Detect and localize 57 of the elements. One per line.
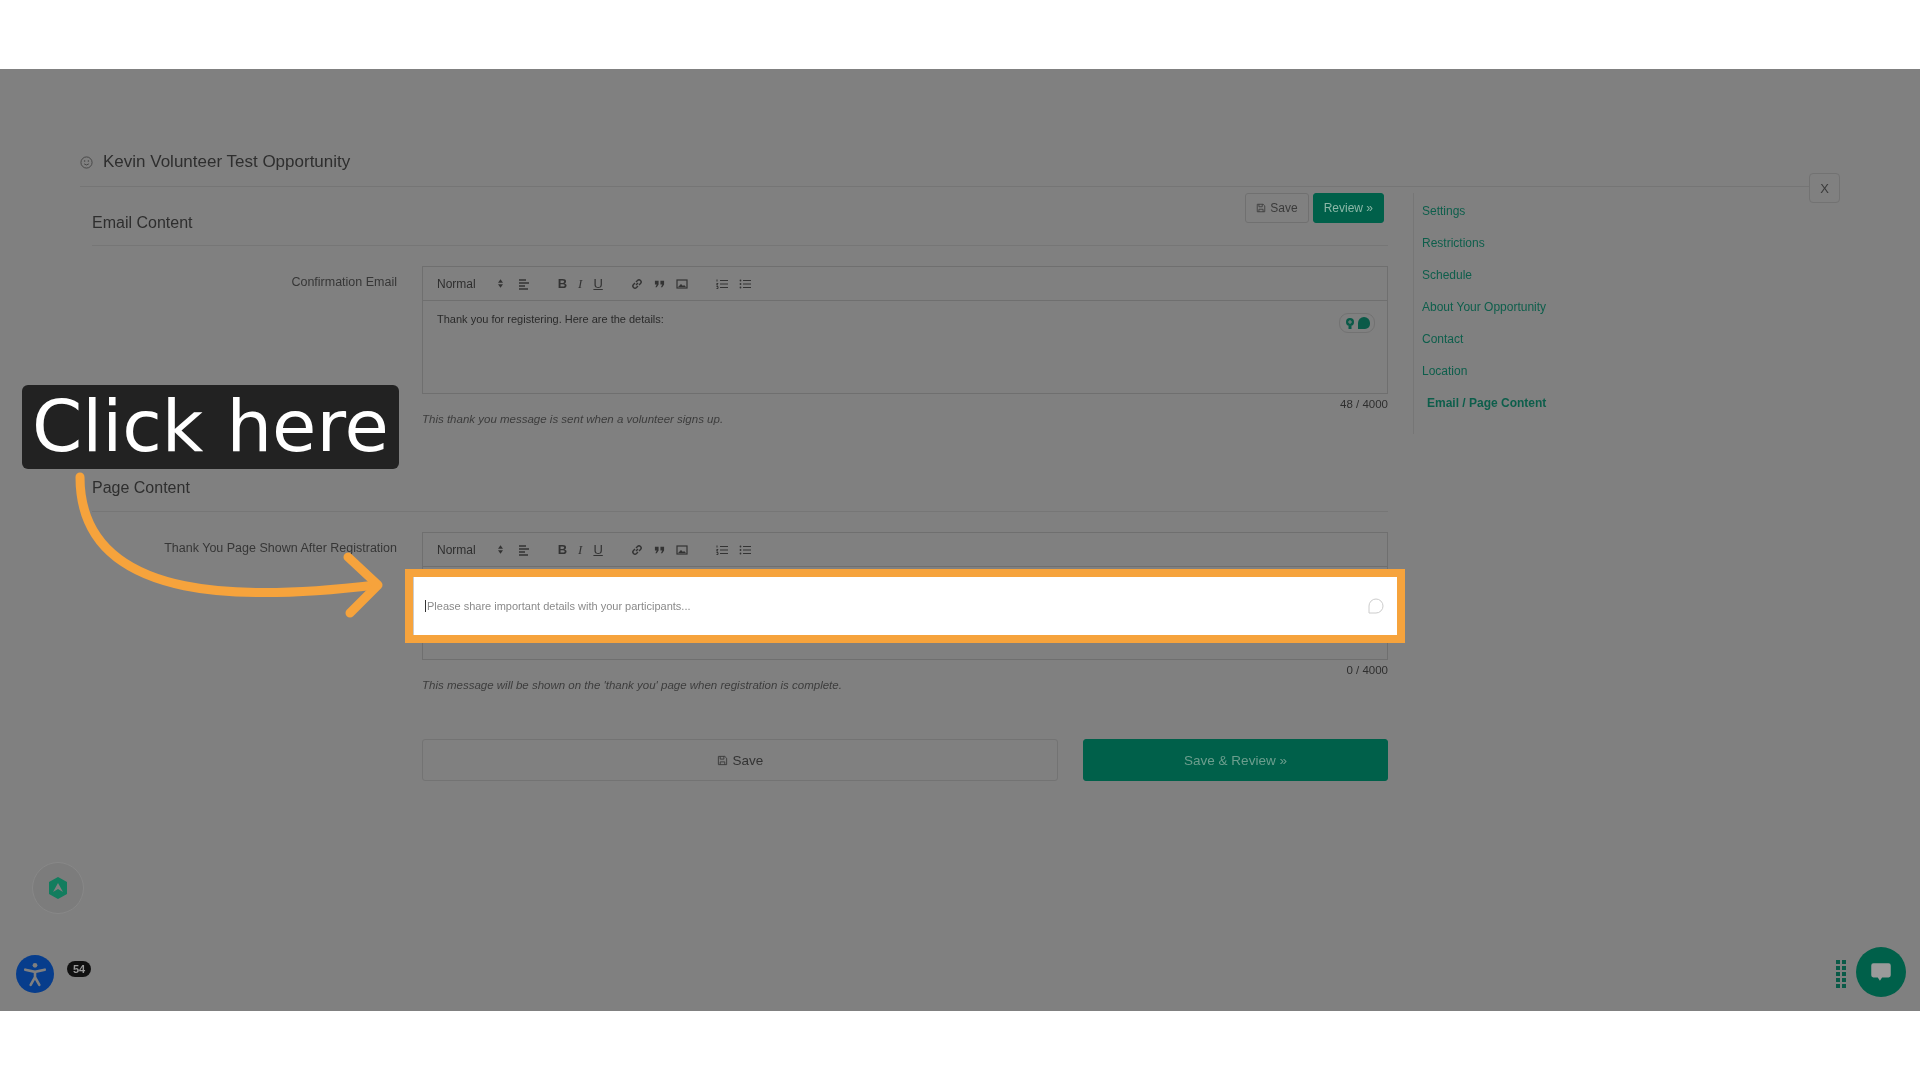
numbered-list-icon[interactable] (715, 543, 728, 556)
format-dropdown[interactable]: Normal (437, 276, 503, 291)
link-icon[interactable] (630, 543, 643, 556)
editor-text: Thank you for registering. Here are the details: (437, 313, 664, 325)
smiley-icon (80, 155, 93, 169)
sidebar-link[interactable]: Email / Page Content (1422, 396, 1547, 410)
sidebar-link[interactable]: About Your Opportunity (1422, 300, 1547, 314)
action-button[interactable]: Save (422, 739, 1058, 781)
chat-button[interactable] (1856, 947, 1906, 997)
editor-body[interactable]: Thank you for registering. Here are the details: (423, 301, 1387, 393)
link-icon[interactable] (630, 277, 643, 290)
format-style-button[interactable]: B (557, 542, 568, 557)
dot-grid-icon[interactable] (1836, 960, 1846, 990)
notification-count: 54 (67, 961, 92, 977)
sort-caret-icon (497, 545, 503, 554)
sidebar-link[interactable]: Schedule (1422, 268, 1547, 282)
toolbar-button[interactable]: Review » (1312, 193, 1384, 223)
toolbar-button[interactable]: Save (1245, 193, 1309, 223)
sidebar-link[interactable]: Settings (1422, 204, 1547, 218)
hexagon-arrow-icon (48, 877, 68, 899)
sidebar-link[interactable]: Restrictions (1422, 236, 1547, 250)
field-label: Thank You Page Shown After Registration (163, 540, 397, 555)
accessibility-icon (22, 961, 48, 987)
click-here-tooltip: Click here (22, 385, 399, 469)
format-style-button[interactable]: U (593, 542, 603, 557)
image-icon[interactable] (675, 277, 688, 290)
quote-icon[interactable] (653, 278, 665, 289)
align-icon[interactable] (517, 277, 530, 290)
format-style-button[interactable]: I (578, 275, 583, 292)
help-text: This thank you message is sent when a volunteer signs up. (422, 412, 725, 425)
field-label: Confirmation Email (290, 274, 397, 289)
align-icon[interactable] (517, 543, 530, 556)
message-input-field[interactable]: Please share important details with your participants... (413, 577, 1397, 635)
sidebar-link[interactable]: Contact (1422, 332, 1547, 346)
quote-icon[interactable] (653, 544, 665, 555)
speech-bubble-icon (1366, 597, 1384, 615)
image-icon[interactable] (675, 543, 688, 556)
sidebar-link[interactable]: Location (1422, 364, 1547, 378)
input-placeholder: Please share important details with your participants... (425, 600, 691, 612)
action-button[interactable]: Save & Review » (1083, 739, 1388, 781)
page-title: Kevin Volunteer Test Opportunity (103, 152, 351, 172)
assistant-icons[interactable] (1339, 313, 1375, 333)
character-count: 0 / 4000 (1346, 663, 1388, 676)
numbered-list-icon[interactable] (715, 277, 728, 290)
format-style-button[interactable]: I (578, 541, 583, 558)
help-text: This message will be shown on the 'thank you' page when registration is complete. (422, 678, 843, 691)
bullet-list-icon[interactable] (738, 277, 751, 290)
section-heading: Email Content (92, 213, 193, 233)
format-dropdown[interactable]: Normal (437, 542, 503, 557)
sort-caret-icon (497, 279, 503, 288)
section-heading: Page Content (92, 479, 190, 498)
bullet-list-icon[interactable] (738, 543, 751, 556)
accessibility-button[interactable] (16, 955, 54, 993)
character-count: 48 / 4000 (1340, 397, 1388, 410)
format-style-button[interactable]: B (557, 276, 568, 291)
close-button[interactable]: X (1809, 173, 1840, 203)
format-style-button[interactable]: U (593, 276, 603, 291)
